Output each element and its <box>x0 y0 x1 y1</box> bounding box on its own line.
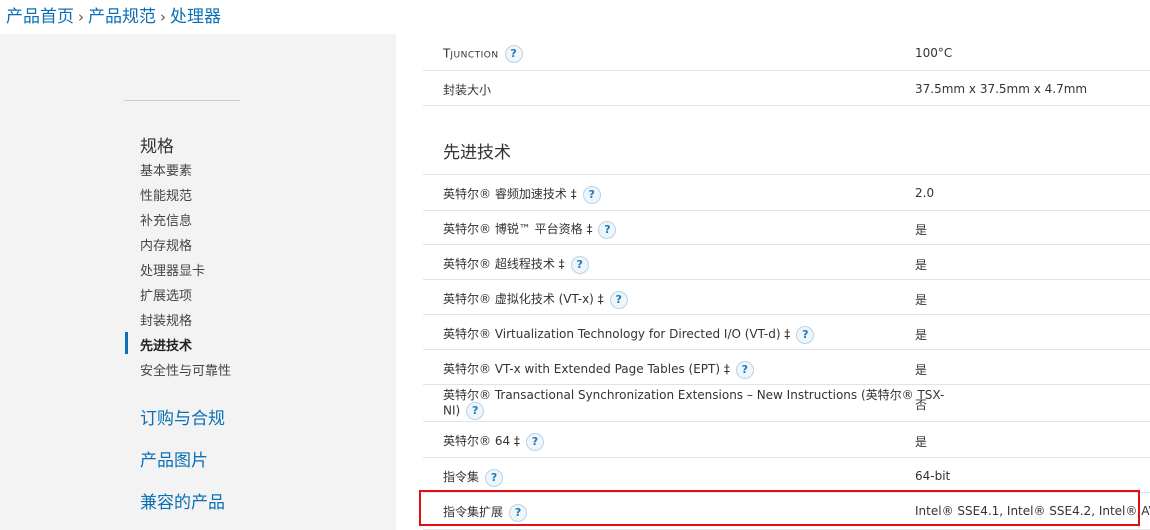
spec-label-text: 英特尔® Virtualization Technology for Direc… <box>443 327 791 341</box>
breadcrumb-home[interactable]: 产品首页 <box>6 7 74 27</box>
sidebar-item-security[interactable]: 安全性与可靠性 <box>140 360 231 379</box>
spec-label-text: 英特尔® Transactional Synchronization Exten… <box>443 388 945 402</box>
help-icon[interactable]: ? <box>796 325 815 344</box>
sidebar-link-ordering[interactable]: 订购与合规 <box>140 404 225 429</box>
sidebar-item-memory[interactable]: 内存规格 <box>140 235 192 254</box>
spec-label-text: 英特尔® 博锐™ 平台资格 ‡ <box>443 222 593 236</box>
highlight-box <box>419 490 1140 526</box>
spec-label: 封装大小 <box>443 83 492 97</box>
help-icon[interactable]: ? <box>525 432 544 451</box>
active-item-marker <box>125 332 128 354</box>
spec-value: 64-bit <box>915 469 951 483</box>
spec-value: 是 <box>915 363 928 377</box>
spec-label: 英特尔® 睿频加速技术 ‡? <box>443 185 601 204</box>
spec-label: 英特尔® Transactional Synchronization Exten… <box>443 389 944 420</box>
spec-value: 是 <box>915 258 928 272</box>
breadcrumb-bar: 产品首页 › 产品规范 › 处理器 <box>0 0 1150 34</box>
spec-value: 100°C <box>915 46 953 60</box>
sidebar-link-compatible[interactable]: 兼容的产品 <box>140 488 225 513</box>
spec-label: 英特尔® 博锐™ 平台资格 ‡? <box>443 220 617 239</box>
sidebar-item-supplemental[interactable]: 补充信息 <box>140 210 192 229</box>
breadcrumb: 产品首页 › 产品规范 › 处理器 <box>6 2 221 27</box>
spec-value: 2.0 <box>915 186 935 200</box>
spec-value: 是 <box>915 435 928 449</box>
spec-label: 英特尔® 虚拟化技术 (VT-x) ‡? <box>443 290 628 309</box>
sidebar-item-package[interactable]: 封装规格 <box>140 310 192 329</box>
breadcrumb-product-specs[interactable]: 产品规范 <box>88 7 156 27</box>
sidebar-link-images[interactable]: 产品图片 <box>140 446 208 471</box>
spec-row-intel-64: 英特尔® 64 ‡? 是 <box>423 422 1150 458</box>
spec-label: 指令集? <box>443 468 504 487</box>
spec-row-vpro: 英特尔® 博锐™ 平台资格 ‡? 是 <box>423 210 1150 245</box>
help-icon[interactable]: ? <box>485 468 504 487</box>
spec-value: 是 <box>915 223 928 237</box>
spec-label-text: 英特尔® VT-x with Extended Page Tables (EPT… <box>443 362 730 376</box>
spec-label-text-line2: NI) <box>443 403 461 418</box>
spec-value: 是 <box>915 293 928 307</box>
spec-row-instruction-set: 指令集? 64-bit <box>423 458 1150 493</box>
spec-label-text: 英特尔® 睿频加速技术 ‡ <box>443 187 577 201</box>
help-icon[interactable]: ? <box>582 185 601 204</box>
spec-value: 是 <box>915 328 928 342</box>
help-icon[interactable]: ? <box>609 290 628 309</box>
spec-label: 英特尔® 64 ‡? <box>443 432 544 451</box>
spec-label: 英特尔® VT-x with Extended Page Tables (EPT… <box>443 360 754 379</box>
sidebar-item-advanced-tech[interactable]: 先进技术 <box>140 335 192 354</box>
sidebar-item-essentials[interactable]: 基本要素 <box>140 160 192 179</box>
spec-row-hyperthreading: 英特尔® 超线程技术 ‡? 是 <box>423 245 1150 280</box>
sidebar-item-performance[interactable]: 性能规范 <box>140 185 192 204</box>
sidebar-item-graphics[interactable]: 处理器显卡 <box>140 260 205 279</box>
spec-row-vt-d: 英特尔® Virtualization Technology for Direc… <box>423 315 1150 350</box>
tjunction-sub: JUNCTION <box>450 50 499 61</box>
spec-label-text: 英特尔® 超线程技术 ‡ <box>443 257 565 271</box>
spec-row-turbo: 英特尔® 睿频加速技术 ‡? 2.0 <box>423 174 1150 211</box>
help-icon[interactable]: ? <box>735 360 754 379</box>
sidebar-divider <box>124 100 240 101</box>
spec-row-vt-x: 英特尔® 虚拟化技术 (VT-x) ‡? 是 <box>423 280 1150 315</box>
help-icon[interactable]: ? <box>570 255 589 274</box>
help-icon[interactable]: ? <box>466 402 485 420</box>
spec-row-tjunction: TJUNCTION? 100°C <box>423 34 1150 71</box>
spec-row-ept: 英特尔® VT-x with Extended Page Tables (EPT… <box>423 350 1150 385</box>
spec-label: TJUNCTION? <box>443 45 523 63</box>
spec-value: 37.5mm x 37.5mm x 4.7mm <box>915 82 1088 96</box>
spec-label-text: 英特尔® 64 ‡ <box>443 434 520 448</box>
spec-label-text: 英特尔® 虚拟化技术 (VT-x) ‡ <box>443 292 604 306</box>
sidebar-item-expansion[interactable]: 扩展选项 <box>140 285 192 304</box>
section-title: 先进技术 <box>443 143 511 163</box>
spec-label: 英特尔® 超线程技术 ‡? <box>443 255 589 274</box>
spec-row-tsx-ni: 英特尔® Transactional Synchronization Exten… <box>423 385 1150 422</box>
spec-row-package-size: 封装大小 37.5mm x 37.5mm x 4.7mm <box>423 70 1150 106</box>
spec-sidebar: 规格 基本要素 性能规范 补充信息 内存规格 处理器显卡 扩展选项 封装规格 先… <box>0 34 396 530</box>
spec-value: 否 <box>915 398 928 412</box>
spec-label-text: 指令集 <box>443 470 480 484</box>
help-icon[interactable]: ? <box>504 45 523 63</box>
sidebar-heading: 规格 <box>140 137 174 157</box>
help-icon[interactable]: ? <box>598 220 617 239</box>
breadcrumb-separator: › <box>160 8 166 26</box>
breadcrumb-processors[interactable]: 处理器 <box>170 7 221 27</box>
spec-label: 英特尔® Virtualization Technology for Direc… <box>443 325 815 344</box>
breadcrumb-separator: › <box>78 8 84 26</box>
